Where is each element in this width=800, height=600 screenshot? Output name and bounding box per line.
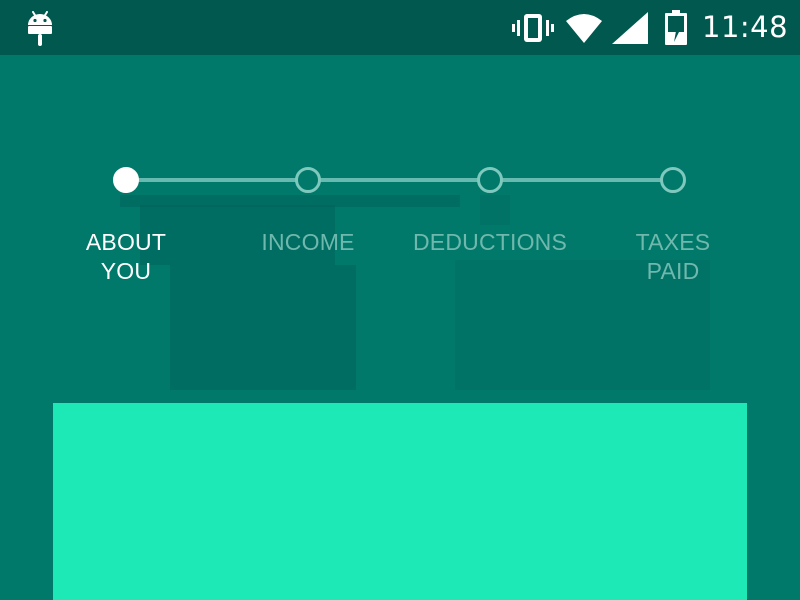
battery-charging-icon <box>665 10 687 45</box>
step-label-about-you[interactable]: ABOUT YOU <box>36 228 216 286</box>
stepper-track <box>126 178 674 182</box>
wifi-icon <box>566 14 602 43</box>
background-ghost <box>480 195 510 225</box>
step-indicator-income[interactable] <box>295 167 321 193</box>
step-indicator-deductions[interactable] <box>477 167 503 193</box>
app-screen: 11:48 ABOUT YOU INCOME DEDUCTIONS TAXES … <box>0 0 800 600</box>
step-label-deductions[interactable]: DEDUCTIONS <box>400 228 580 257</box>
step-indicator-taxes-paid[interactable] <box>660 167 686 193</box>
step-label-taxes-paid[interactable]: TAXES PAID <box>583 228 763 286</box>
status-bar: 11:48 <box>0 0 800 55</box>
step-indicator-about-you[interactable] <box>113 167 139 193</box>
vibrate-icon <box>512 14 554 42</box>
signal-icon <box>612 12 648 44</box>
status-clock: 11:48 <box>702 10 789 44</box>
content-card <box>53 403 747 600</box>
step-label-income[interactable]: INCOME <box>218 228 398 257</box>
android-icon <box>28 11 52 46</box>
